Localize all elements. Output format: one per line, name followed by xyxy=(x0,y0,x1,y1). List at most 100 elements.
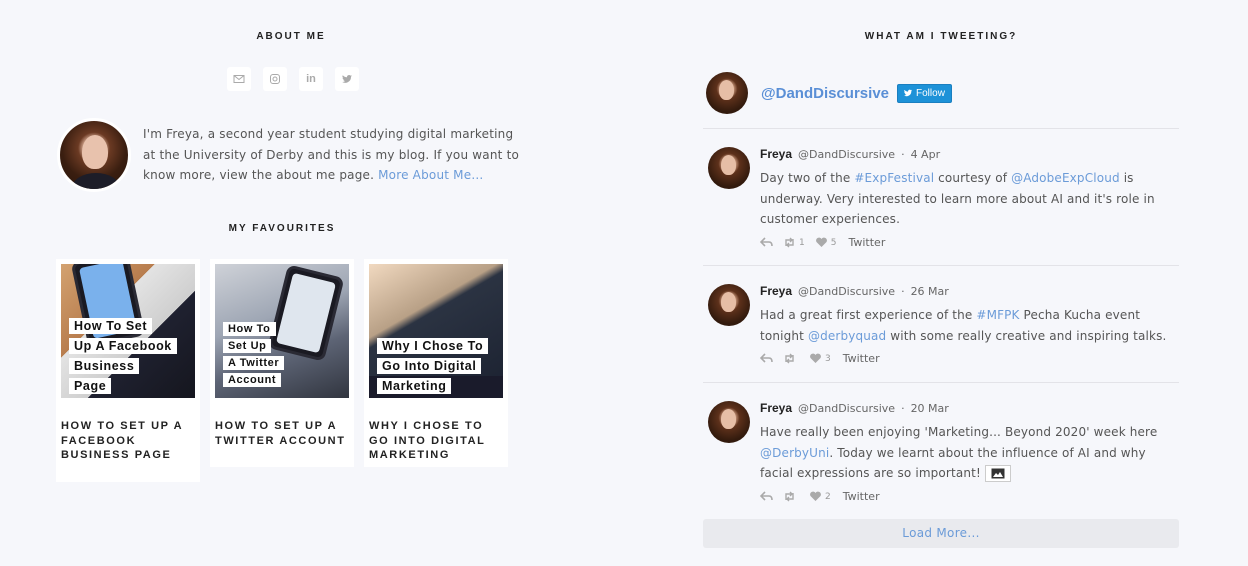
mention-link[interactable]: @derbyquad xyxy=(808,329,886,343)
favourite-card-digital-marketing[interactable]: Why I Chose To Go Into Digital Marketing… xyxy=(364,259,508,467)
tweet-author[interactable]: Freya xyxy=(760,147,792,161)
follow-button[interactable]: Follow xyxy=(897,83,952,103)
overlay-line: Account xyxy=(223,373,282,387)
profile-avatar[interactable] xyxy=(706,72,748,114)
tweet-avatar[interactable] xyxy=(708,147,750,189)
hashtag-link[interactable]: #ExpFestival xyxy=(854,171,934,185)
twitter-post-image: How To Set Up A Twitter Account xyxy=(215,264,349,398)
twitter-icon[interactable] xyxy=(335,67,359,91)
retweet-button[interactable] xyxy=(783,491,799,502)
image-attachment-icon[interactable] xyxy=(984,465,1011,483)
more-about-me-link[interactable]: More About Me... xyxy=(378,168,483,182)
divider xyxy=(703,128,1179,129)
overlay-line: Set Up xyxy=(223,339,272,353)
heart-icon xyxy=(810,353,821,364)
tweet-actions: 3 Twitter xyxy=(760,352,1175,365)
overlay-line: Why I Chose To xyxy=(377,338,489,354)
tweet-text: Day two of the #ExpFestival courtesy of … xyxy=(760,168,1175,230)
tweet-separator: · xyxy=(901,148,905,161)
overlay-line: How To xyxy=(223,322,276,336)
overlay-line: Go Into Digital xyxy=(377,358,482,374)
tweet-text: Have really been enjoying 'Marketing... … xyxy=(760,422,1175,484)
tweet-actions: 2 Twitter xyxy=(760,490,1175,503)
hashtag-link[interactable]: #MFPK xyxy=(976,308,1019,322)
overlay-line: Marketing xyxy=(377,378,452,394)
favourite-card-twitter[interactable]: How To Set Up A Twitter Account HOW TO S… xyxy=(210,259,354,467)
tweet-text-part: Have really been enjoying 'Marketing... … xyxy=(760,425,1158,439)
load-more-button[interactable]: Load More... xyxy=(703,519,1179,548)
facebook-post-image: How To Set Up A Facebook Business Page xyxy=(61,264,195,398)
like-count: 3 xyxy=(825,353,831,364)
tweet-text-part: with some really creative and inspiring … xyxy=(886,328,1167,343)
linkedin-icon[interactable]: in xyxy=(299,67,323,91)
mention-link[interactable]: @DerbyUni xyxy=(760,446,829,460)
tweet-author[interactable]: Freya xyxy=(760,401,792,415)
tweet-handle[interactable]: @DandDiscursive xyxy=(798,402,895,415)
overlay-line: Page xyxy=(69,378,112,394)
heart-icon xyxy=(810,491,821,502)
about-column: ABOUT ME in I'm Freya, a second year stu… xyxy=(56,0,526,566)
favourite-title[interactable]: WHY I CHOSE TO GO INTO DIGITAL MARKETING xyxy=(369,419,503,463)
mail-icon[interactable] xyxy=(227,67,251,91)
tweet-date[interactable]: 20 Mar xyxy=(911,402,949,415)
instagram-icon[interactable] xyxy=(263,67,287,91)
reply-button[interactable] xyxy=(760,353,773,364)
reply-icon xyxy=(760,237,773,247)
profile-handle[interactable]: @DandDiscursive xyxy=(761,85,889,102)
tweet-source-link[interactable]: Twitter xyxy=(848,236,885,249)
favourite-card-facebook[interactable]: How To Set Up A Facebook Business Page H… xyxy=(56,259,200,482)
about-title: ABOUT ME xyxy=(256,31,326,42)
divider xyxy=(703,265,1179,266)
tweet-avatar[interactable] xyxy=(708,401,750,443)
retweet-button[interactable]: 1 xyxy=(783,237,805,248)
retweet-icon xyxy=(785,491,794,502)
twitter-title: WHAT AM I TWEETING? xyxy=(864,31,1018,42)
reply-icon xyxy=(760,491,773,501)
like-button[interactable]: 5 xyxy=(815,237,837,248)
social-links: in xyxy=(227,67,359,91)
digital-marketing-post-image: Why I Chose To Go Into Digital Marketing xyxy=(369,264,503,398)
divider xyxy=(703,382,1179,383)
tweet-text-part: Had a great first experience of the xyxy=(760,308,977,322)
favourite-title[interactable]: HOW TO SET UP A TWITTER ACCOUNT xyxy=(215,419,349,448)
twitter-bird-icon xyxy=(903,89,913,97)
like-count: 2 xyxy=(825,491,831,502)
overlay-line: Business xyxy=(69,358,140,374)
reply-button[interactable] xyxy=(760,491,773,502)
retweet-button[interactable] xyxy=(783,353,799,364)
tweet-handle[interactable]: @DandDiscursive xyxy=(798,285,895,298)
tweet-separator: · xyxy=(901,402,905,415)
twitter-profile-header: @DandDiscursive Follow xyxy=(706,72,952,114)
favourite-title[interactable]: HOW TO SET UP A FACEBOOK BUSINESS PAGE xyxy=(61,419,195,463)
like-button[interactable]: 2 xyxy=(809,491,831,502)
tweet-avatar[interactable] xyxy=(708,284,750,326)
like-button[interactable]: 3 xyxy=(809,353,831,364)
tweet-author[interactable]: Freya xyxy=(760,284,792,298)
tweet-text-part: Day two of the xyxy=(760,171,855,185)
tweet-text-part: courtesy of xyxy=(934,171,1012,185)
mention-link[interactable]: @AdobeExpCloud xyxy=(1011,171,1120,185)
favourites-title: MY FAVOURITES xyxy=(228,223,336,234)
tweet-date[interactable]: 4 Apr xyxy=(911,148,941,161)
overlay-line: A Twitter xyxy=(223,356,285,370)
heart-icon xyxy=(815,237,827,248)
about-avatar xyxy=(57,118,131,192)
linkedin-label: in xyxy=(306,73,316,85)
reply-icon xyxy=(760,353,773,363)
retweet-icon xyxy=(785,353,794,364)
tweet-separator: · xyxy=(901,285,905,298)
about-text: I'm Freya, a second year student studyin… xyxy=(143,124,528,186)
tweet-handle[interactable]: @DandDiscursive xyxy=(798,148,895,161)
reply-button[interactable] xyxy=(760,237,773,248)
like-count: 5 xyxy=(830,237,837,248)
tweet-date[interactable]: 26 Mar xyxy=(911,285,949,298)
tweet-text: Had a great first experience of the #MFP… xyxy=(760,305,1175,346)
tweet-source-link[interactable]: Twitter xyxy=(843,352,880,365)
favourites-grid: How To Set Up A Facebook Business Page H… xyxy=(56,259,508,482)
overlay-line: Up A Facebook xyxy=(69,338,177,354)
twitter-column: WHAT AM I TWEETING? @DandDiscursive Foll… xyxy=(703,0,1179,566)
retweet-icon xyxy=(785,237,794,248)
overlay-line: How To Set xyxy=(69,318,153,334)
tweet-source-link[interactable]: Twitter xyxy=(843,490,880,503)
follow-label: Follow xyxy=(916,87,945,99)
